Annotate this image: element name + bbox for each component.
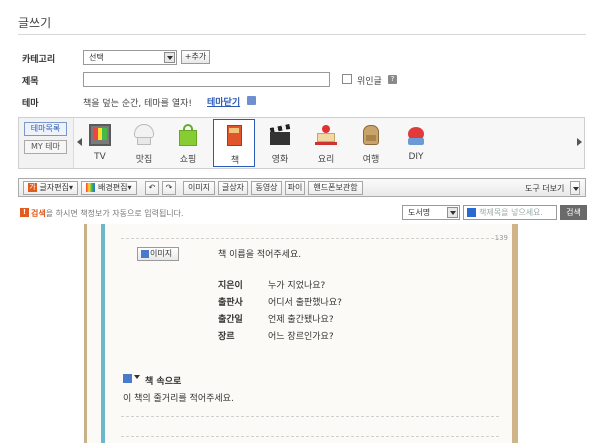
bookmark-ribbon	[101, 224, 105, 443]
section-body[interactable]: 이 책의 줄거리를 적어주세요.	[123, 391, 234, 404]
publisher-label: 출판사	[218, 298, 243, 308]
author-label: 지은이	[218, 281, 243, 291]
theme-label: 테마	[22, 99, 39, 109]
more-tools-label: 도구 더보기	[525, 184, 565, 193]
tab-theme-list[interactable]: 테마목록	[24, 122, 67, 136]
theme-item-cooking[interactable]: 요리	[305, 119, 347, 167]
theme-panel: 테마목록 MY 테마 TV 맛집 쇼핑 책 영화 요리 여행 DIY	[18, 117, 585, 169]
title-input[interactable]	[83, 72, 330, 87]
book-icon	[224, 125, 246, 147]
insert-video-button[interactable]: 동영상	[251, 181, 282, 195]
search-button[interactable]: 검색	[560, 205, 587, 220]
category-label: 카테고리	[22, 55, 56, 65]
title-divider	[18, 34, 586, 35]
search-notice-text: 을 하시면 책정보가 자동으로 입력됩니다.	[45, 209, 184, 218]
search-placeholder: 책제목을 넣으세요.	[479, 208, 543, 217]
chevron-down-icon[interactable]	[134, 375, 140, 379]
undo-button[interactable]: ↶	[145, 181, 159, 195]
theme-item-label: 책	[230, 156, 240, 166]
section-icon[interactable]	[123, 374, 132, 383]
author-value[interactable]: 누가 지었나요?	[268, 278, 325, 291]
text-edit-button[interactable]: 가 글자편집▾	[23, 181, 78, 195]
anonymous-checkbox[interactable]	[342, 74, 352, 84]
category-select-value: 선택	[89, 53, 104, 62]
chevron-down-icon	[164, 52, 175, 63]
help-icon[interactable]: ?	[388, 75, 397, 84]
theme-item-shopping[interactable]: 쇼핑	[167, 119, 209, 167]
chef-hat-icon	[133, 124, 155, 146]
genre-label: 장르	[218, 332, 235, 342]
search-input[interactable]: 책제목을 넣으세요.	[463, 205, 557, 220]
theme-item-label: 여행	[362, 155, 380, 165]
shopping-bag-icon	[177, 124, 199, 146]
pincushion-icon	[405, 124, 427, 146]
category-select[interactable]: 선택	[83, 50, 177, 65]
tv-icon	[89, 124, 111, 146]
book-editor[interactable]: 139 이미지 책 이름을 적어주세요. 지은이 누가 지었나요? 출판사 어디…	[84, 224, 518, 443]
scroll-right-icon[interactable]	[577, 138, 582, 146]
theme-item-label: DIY	[408, 152, 424, 162]
insert-image-button[interactable]: 이미지	[183, 181, 215, 195]
theme-item-label: 영화	[271, 155, 289, 165]
genre-value[interactable]: 어느 장르인가요?	[268, 329, 334, 342]
theme-item-movie[interactable]: 영화	[259, 119, 301, 167]
add-category-button[interactable]: +추가	[181, 50, 210, 64]
book-search-icon	[467, 208, 476, 217]
line-divider	[121, 436, 499, 437]
palette-icon	[86, 183, 96, 192]
theme-tabs: 테마목록 MY 테마	[19, 118, 74, 168]
book-title-prompt[interactable]: 책 이름을 적어주세요.	[218, 247, 301, 260]
title-label: 제목	[22, 77, 39, 87]
publish-date-value[interactable]: 언제 출간됐나요?	[268, 312, 334, 325]
editor-toolbar: 가 글자편집▾ 배경편집▾ ↶ ↷ 이미지 글상자 동영상 파이 핸드폰보관함 …	[18, 178, 586, 197]
theme-item-label: 요리	[317, 155, 335, 165]
collapse-icon[interactable]	[247, 96, 256, 105]
book-image-button[interactable]: 이미지	[137, 247, 179, 261]
theme-item-travel[interactable]: 여행	[350, 119, 392, 167]
insert-textbox-button[interactable]: 글상자	[218, 181, 248, 195]
line-divider	[121, 416, 499, 417]
search-notice: 검색을 하시면 책정보가 자동으로 입력됩니다.	[31, 208, 184, 219]
tab-my-theme[interactable]: MY 테마	[24, 140, 67, 154]
mobile-archive-button[interactable]: 핸드폰보관함	[308, 181, 363, 195]
redo-button[interactable]: ↷	[162, 181, 176, 195]
theme-close-link[interactable]: 테마닫기	[207, 95, 240, 108]
background-edit-button[interactable]: 배경편집▾	[81, 181, 137, 195]
theme-item-restaurant[interactable]: 맛집	[123, 119, 165, 167]
theme-item-label: TV	[94, 152, 106, 162]
more-tools-dropdown[interactable]	[570, 181, 580, 195]
page-title: 글쓰기	[18, 16, 52, 30]
backpack-icon	[360, 124, 382, 146]
theme-item-book[interactable]: 책	[213, 119, 255, 167]
alert-icon: !	[20, 208, 29, 217]
text-edit-label: 글자편집	[39, 183, 69, 192]
image-icon	[141, 250, 149, 258]
anonymous-label: 위인글	[357, 77, 382, 87]
theme-item-diy[interactable]: DIY	[395, 119, 437, 167]
clapperboard-icon	[269, 123, 291, 146]
line-divider	[121, 238, 499, 239]
theme-item-label: 맛집	[135, 155, 153, 165]
background-edit-label: 배경편집	[98, 183, 128, 192]
cake-icon	[315, 124, 337, 146]
section-title: 책 속으로	[145, 377, 182, 387]
search-type-select[interactable]: 도서명	[402, 205, 460, 220]
theme-item-label: 쇼핑	[179, 155, 197, 165]
search-type-value: 도서명	[408, 208, 431, 217]
theme-description: 책을 덮는 순간, 테마를 열자!	[83, 99, 192, 109]
search-notice-highlight: 검색	[31, 209, 46, 218]
book-image-label: 이미지	[150, 249, 173, 258]
publish-date-label: 출간일	[218, 315, 243, 325]
text-edit-icon: 가	[27, 183, 37, 192]
chevron-down-icon	[573, 187, 579, 191]
insert-file-button[interactable]: 파이	[285, 181, 305, 195]
chevron-down-icon	[447, 207, 458, 218]
theme-item-tv[interactable]: TV	[79, 119, 121, 167]
publisher-value[interactable]: 어디서 출판했나요?	[268, 295, 342, 308]
